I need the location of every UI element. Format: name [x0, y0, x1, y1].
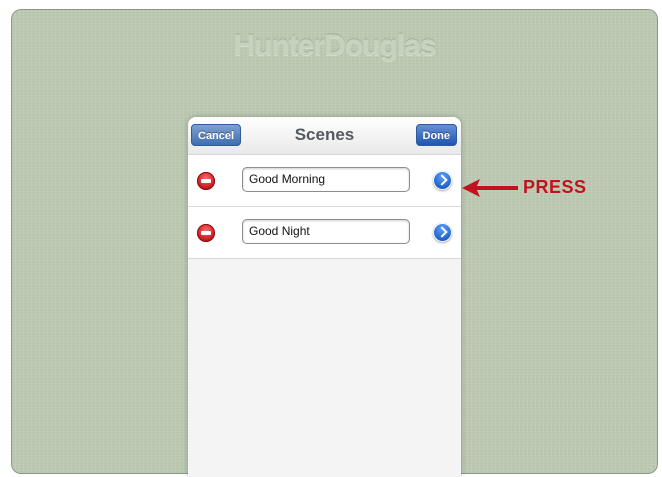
disclosure-icon[interactable]	[433, 223, 452, 242]
scene-name-field[interactable]: Good Night	[242, 219, 410, 244]
scene-row-good-morning: Good Morning	[188, 155, 461, 207]
annotation-label: PRESS	[523, 177, 587, 197]
scene-row-good-night: Good Night	[188, 207, 461, 259]
navigation-bar: Cancel Scenes Done	[188, 117, 461, 155]
annotation-arrow-icon	[462, 179, 518, 197]
scenes-panel: Cancel Scenes Done Good Morning Good Nig…	[188, 117, 461, 477]
brand-logo: HunterDouglas	[233, 29, 436, 62]
disclosure-icon[interactable]	[433, 171, 452, 190]
done-button[interactable]: Done	[415, 124, 457, 146]
scene-name-field[interactable]: Good Morning	[242, 167, 410, 192]
remove-icon[interactable]	[197, 172, 215, 190]
remove-icon[interactable]	[197, 224, 215, 242]
